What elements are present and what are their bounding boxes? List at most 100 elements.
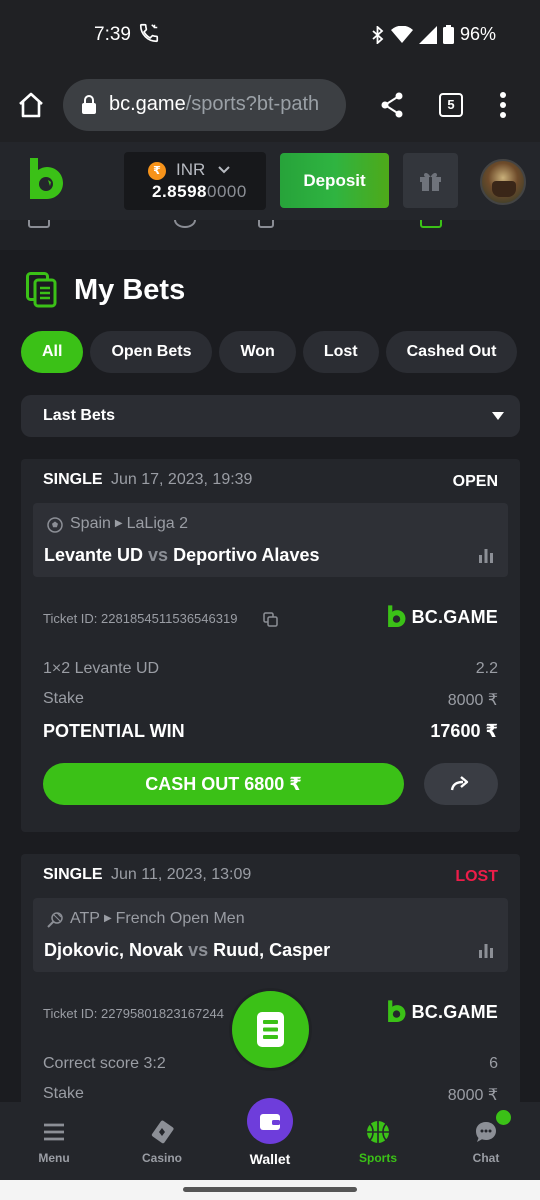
betslip-fab-button[interactable] xyxy=(232,991,309,1068)
bet-slip-icon xyxy=(26,272,57,308)
filter-all[interactable]: All xyxy=(21,331,84,373)
nav-sports[interactable]: Sports xyxy=(324,1102,432,1180)
gesture-bar[interactable] xyxy=(183,1187,357,1192)
bet-status: LOST xyxy=(455,868,498,885)
balance-selector[interactable]: ₹ INR 2.85980000 xyxy=(124,152,266,210)
app-header: ₹ INR 2.85980000 Deposit xyxy=(0,142,540,220)
url-path: /sports?bt-path xyxy=(185,93,320,115)
url-text: bc.game/sports?bt-path xyxy=(109,93,319,116)
tab-switcher-button[interactable]: 5 xyxy=(439,93,463,117)
nav-strip-icon[interactable] xyxy=(258,220,274,228)
phone-call-icon xyxy=(139,23,159,43)
league-name: French Open Men xyxy=(115,910,245,927)
match-info[interactable]: ATP ▶ French Open Men Djokovic, Novak vs R… xyxy=(33,898,508,972)
chat-notification-dot xyxy=(496,1110,511,1125)
nav-wallet-label: Wallet xyxy=(249,1151,291,1167)
away-team: Ruud, Casper xyxy=(213,940,331,960)
league-country: ATP xyxy=(70,910,100,927)
more-vert-icon[interactable] xyxy=(498,92,508,118)
potential-win-label: POTENTIAL WIN xyxy=(43,721,185,741)
brand-mark: BC.GAME xyxy=(386,605,498,629)
tennis-icon xyxy=(47,912,63,928)
url-host: bc.game xyxy=(109,93,186,115)
casino-cards-icon xyxy=(151,1120,174,1144)
status-icons: 96% xyxy=(371,24,496,45)
bet-date: Jun 11, 2023, 13:09 xyxy=(111,866,252,883)
selection-label: Correct score 3:2 xyxy=(43,1055,166,1072)
select-value: Last Bets xyxy=(43,407,116,424)
nav-casino-label: Casino xyxy=(141,1151,182,1165)
home-team: Djokovic, Novak xyxy=(44,940,184,960)
nav-wallet[interactable]: Wallet xyxy=(216,1098,324,1180)
league-path: Spain ▶ LaLiga 2 xyxy=(70,515,188,533)
stake-label: Stake xyxy=(43,1085,84,1102)
filter-chips: All Open Bets Won Lost Cashed Out xyxy=(21,331,540,373)
chevron-down-icon xyxy=(218,166,230,174)
brand-mark: BC.GAME xyxy=(386,1000,498,1024)
share-icon[interactable] xyxy=(380,92,404,118)
stats-icon[interactable] xyxy=(478,549,494,563)
avatar[interactable] xyxy=(480,159,526,205)
balance-amount: 2.85980000 xyxy=(152,182,247,202)
bcgame-logo[interactable] xyxy=(26,158,64,202)
nav-menu-label: Menu xyxy=(38,1151,70,1165)
home-icon[interactable] xyxy=(16,90,46,120)
bcgame-logo-small xyxy=(387,605,406,627)
breadcrumb-separator: ▶ xyxy=(103,913,112,924)
breadcrumb-separator: ▶ xyxy=(114,518,123,529)
league-name: LaLiga 2 xyxy=(126,515,189,532)
league-country: Spain xyxy=(70,515,111,532)
nav-strip-icon[interactable] xyxy=(28,220,50,228)
rupee-coin-icon: ₹ xyxy=(148,162,166,180)
bets-period-select[interactable]: Last Bets xyxy=(21,395,520,437)
bcgame-logo-small xyxy=(387,1000,406,1022)
nav-chat[interactable]: Chat xyxy=(432,1102,540,1180)
system-gesture-area xyxy=(0,1180,540,1200)
balance-main: 2.8598 xyxy=(152,182,207,201)
nav-menu[interactable]: Menu xyxy=(0,1102,108,1180)
copy-icon[interactable] xyxy=(263,612,278,627)
match-name: Djokovic, Novak vs Ruud, Casper xyxy=(44,940,330,961)
filter-lost[interactable]: Lost xyxy=(302,331,379,373)
signal-icon xyxy=(418,25,437,44)
battery-icon xyxy=(442,25,454,44)
nav-strip-icon[interactable] xyxy=(420,220,442,228)
soccer-ball-icon xyxy=(47,517,63,533)
nav-chat-label: Chat xyxy=(472,1151,500,1165)
wallet-icon xyxy=(260,1114,280,1130)
chat-icon xyxy=(476,1122,496,1142)
bottom-nav: Menu Casino Wallet Sports Chat xyxy=(0,1098,540,1180)
ticket-id: Ticket ID: 2281854511536546319 xyxy=(43,611,238,626)
vs-label: vs xyxy=(148,545,169,565)
bluetooth-icon xyxy=(372,25,384,44)
gift-button[interactable] xyxy=(403,153,458,208)
status-time: 7:39 xyxy=(94,24,131,45)
selection-odds: 6 xyxy=(489,1055,498,1072)
page-header: My Bets xyxy=(26,272,185,308)
page-title: My Bets xyxy=(74,273,186,306)
nav-strip-icon[interactable] xyxy=(174,220,196,228)
share-bet-button[interactable] xyxy=(424,763,498,805)
cash-out-button[interactable]: CASH OUT 6800 ₹ xyxy=(43,763,404,805)
bet-card: SINGLE Jun 17, 2023, 19:39 OPEN Spain ▶ La… xyxy=(21,459,520,832)
filter-won[interactable]: Won xyxy=(219,331,296,373)
url-field[interactable]: bc.game/sports?bt-path xyxy=(63,79,346,131)
main-content: My Bets All Open Bets Won Lost Cashed Out La… xyxy=(0,250,540,1102)
forward-arrow-icon xyxy=(450,776,469,791)
wifi-icon xyxy=(390,25,413,43)
home-team: Levante UD xyxy=(44,545,144,565)
brand-text: BC.GAME xyxy=(411,606,498,627)
match-info[interactable]: Spain ▶ LaLiga 2 Levante UD vs Deportivo A… xyxy=(33,503,508,577)
bet-date: Jun 17, 2023, 19:39 xyxy=(111,471,253,488)
balance-faded: 0000 xyxy=(207,182,247,201)
deposit-button[interactable]: Deposit xyxy=(280,153,389,208)
nav-casino[interactable]: Casino xyxy=(108,1102,216,1180)
potential-win-value: 17600 ₹ xyxy=(430,721,498,741)
ticket-id: Ticket ID: 22795801823167244 xyxy=(43,1006,224,1021)
filter-cashed-out[interactable]: Cashed Out xyxy=(385,331,518,373)
selection-odds: 2.2 xyxy=(475,660,498,677)
stats-icon[interactable] xyxy=(478,944,494,958)
bet-type: SINGLE xyxy=(43,471,103,488)
filter-open-bets[interactable]: Open Bets xyxy=(90,331,213,373)
nav-sports-label: Sports xyxy=(358,1151,397,1165)
